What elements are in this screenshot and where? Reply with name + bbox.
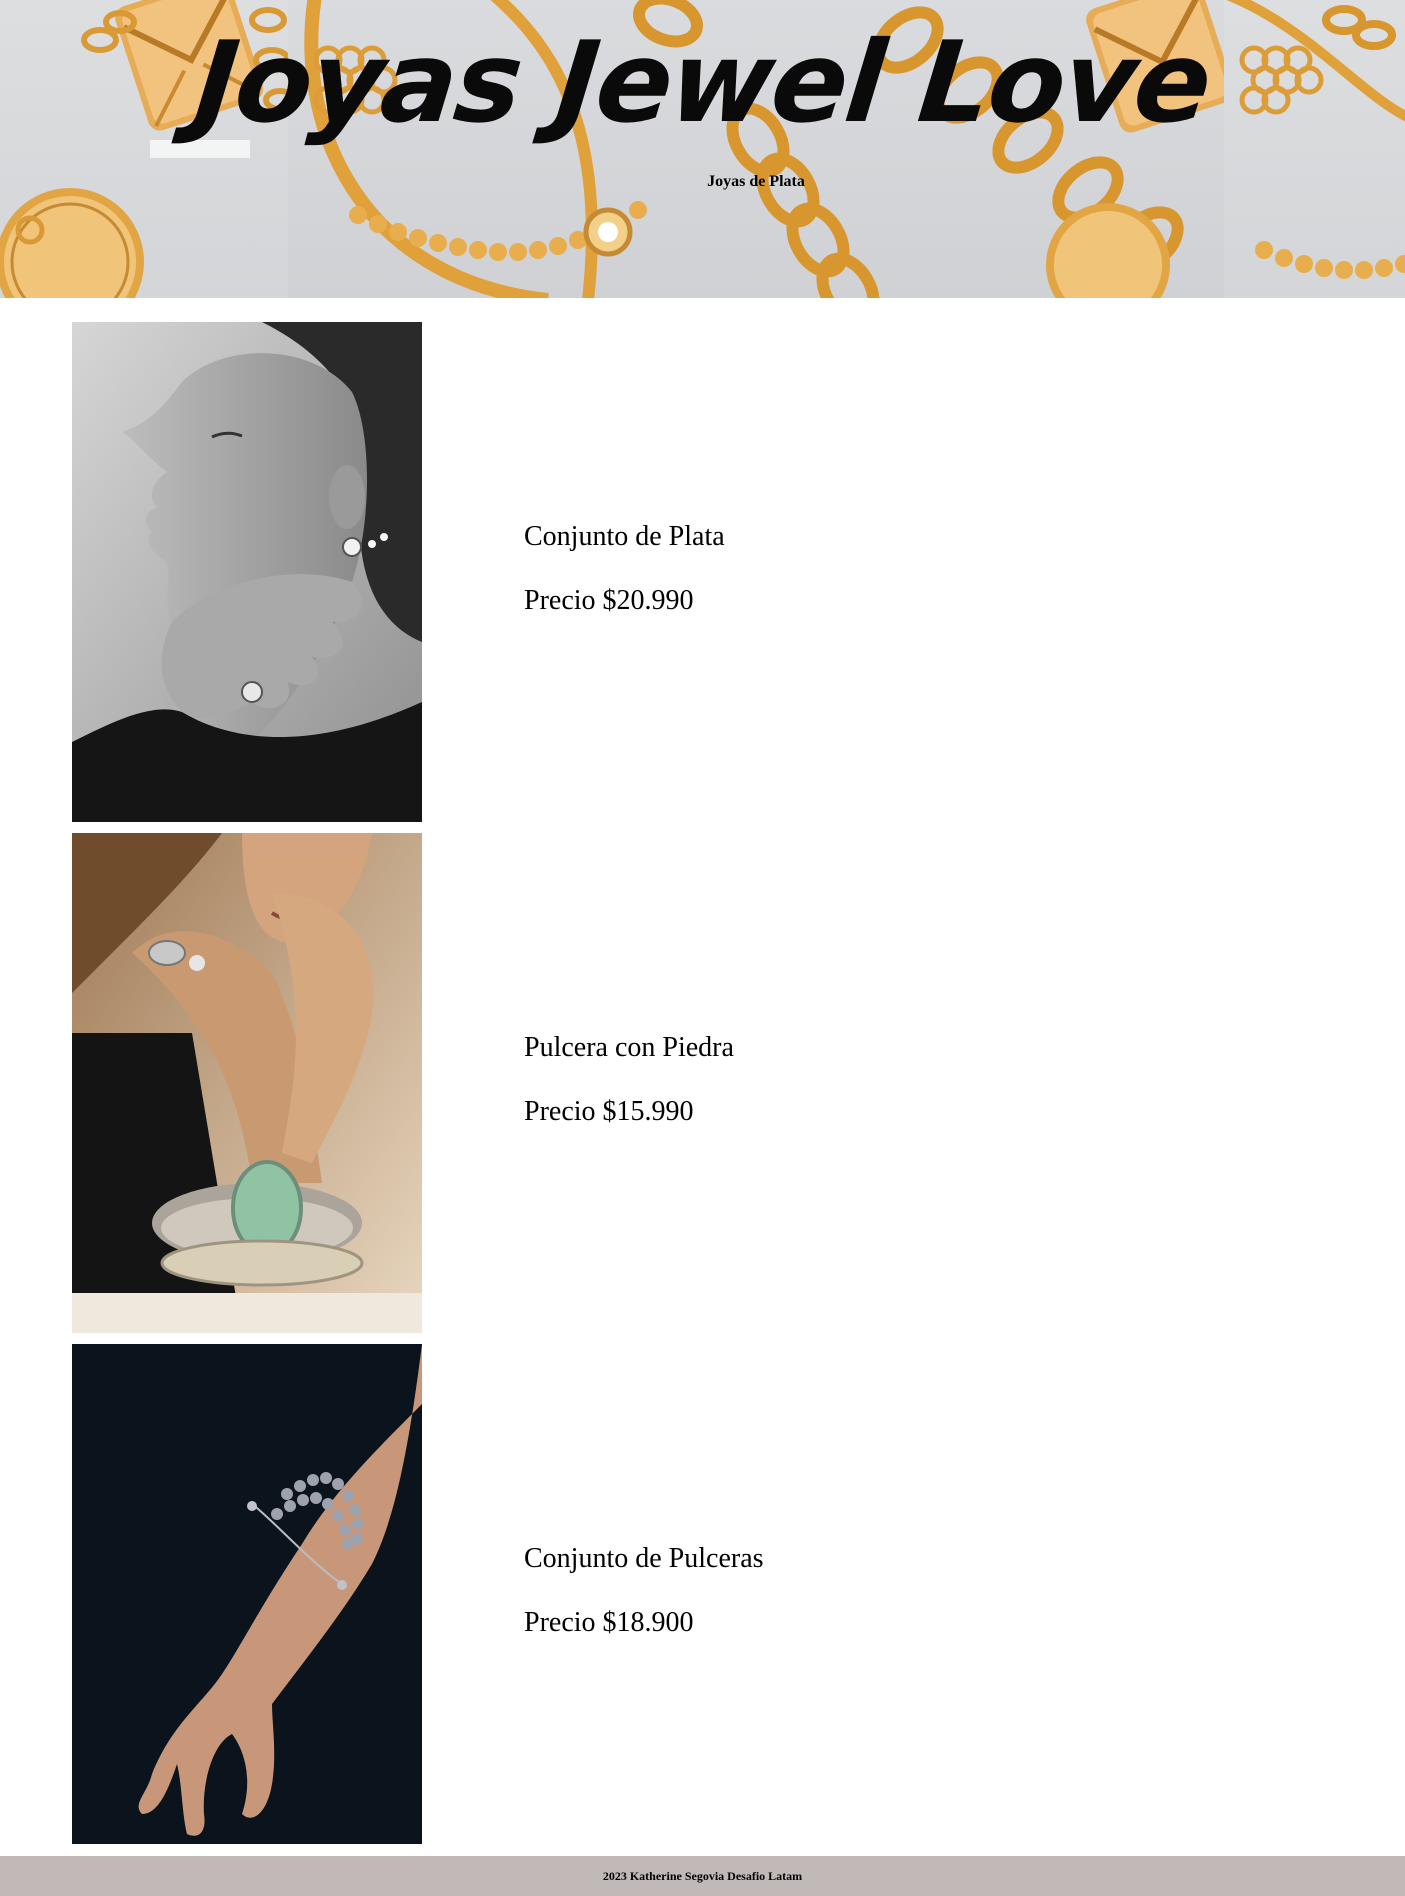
product-name: Pulcera con Piedra xyxy=(524,1032,734,1063)
product-image-woman-profile xyxy=(72,322,422,822)
product-card: Conjunto de Plata Precio $20.990 xyxy=(0,322,1405,822)
product-info: Pulcera con Piedra Precio $15.990 xyxy=(524,1031,1124,1129)
product-info: Conjunto de Plata Precio $20.990 xyxy=(524,520,1124,618)
product-card: Conjunto de Pulceras Precio $18.900 xyxy=(0,1344,1405,1844)
footer-text: 2023 Katherine Segovia Desafio Latam xyxy=(602,1869,803,1883)
footer: 2023 Katherine Segovia Desafio Latam xyxy=(0,1856,1405,1896)
product-card: Pulcera con Piedra Precio $15.990 xyxy=(0,833,1405,1333)
product-list: Conjunto de Plata Precio $20.990 Pulcera… xyxy=(0,322,1405,1855)
product-price: Precio $20.990 xyxy=(524,585,694,616)
site-subtitle: Joyas de Plata xyxy=(707,173,805,190)
product-image-stone-bracelet xyxy=(72,833,422,1333)
site-title: Joyas Jewel Love xyxy=(189,18,1216,148)
header-banner: Joyas Jewel Love Joyas de Plata xyxy=(0,0,1405,298)
page: Joyas Jewel Love Joyas de Plata Conjunto… xyxy=(0,0,1405,1896)
product-image-pearl-bracelets xyxy=(72,1344,422,1844)
product-price: Precio $18.900 xyxy=(524,1607,694,1638)
product-info: Conjunto de Pulceras Precio $18.900 xyxy=(524,1542,1124,1640)
product-name: Conjunto de Plata xyxy=(524,521,725,552)
product-name: Conjunto de Pulceras xyxy=(524,1543,764,1574)
product-price: Precio $15.990 xyxy=(524,1096,694,1127)
